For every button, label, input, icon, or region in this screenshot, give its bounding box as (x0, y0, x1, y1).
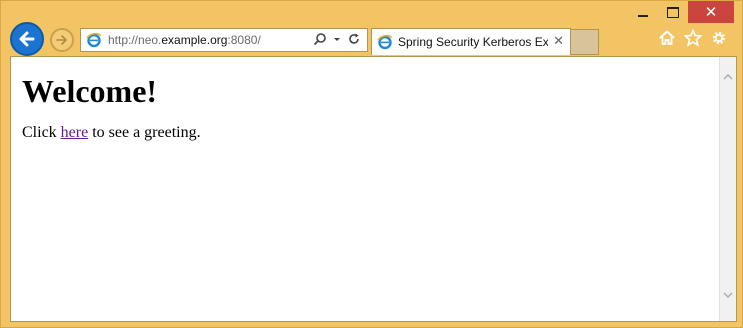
text-after-link: to see a greeting. (88, 124, 201, 141)
forward-arrow-icon (56, 35, 67, 45)
tab-spring-security[interactable]: Spring Security Kerberos Ex... ✕ (371, 28, 571, 55)
greeting-paragraph: Click here to see a greeting. (22, 124, 201, 142)
close-window-button[interactable]: ✕ (688, 1, 734, 23)
refresh-icon[interactable] (347, 32, 361, 46)
new-tab-button[interactable] (571, 29, 599, 55)
scroll-up-icon[interactable] (722, 71, 734, 83)
address-bar[interactable]: http://neo.example.org:8080/ (80, 28, 368, 52)
back-button[interactable] (10, 22, 44, 56)
greeting-link[interactable]: here (61, 124, 89, 141)
tab-close-icon[interactable]: ✕ (553, 34, 564, 49)
home-icon[interactable] (658, 29, 676, 47)
minimize-icon (638, 15, 648, 17)
back-arrow-icon (19, 31, 35, 47)
url-host: example.org (161, 33, 228, 47)
gear-icon[interactable] (710, 29, 728, 47)
star-icon[interactable] (684, 29, 702, 47)
vertical-scrollbar[interactable] (719, 57, 736, 321)
browser-toolbar (658, 29, 728, 47)
ie-tab-icon (377, 34, 392, 50)
scroll-down-icon[interactable] (722, 289, 734, 301)
minimize-button[interactable] (628, 1, 658, 23)
search-icon[interactable] (313, 32, 327, 46)
tab-title: Spring Security Kerberos Ex... (398, 35, 548, 49)
address-tools (313, 32, 361, 46)
url-suffix: :8080/ (227, 33, 261, 47)
text-before-link: Click (22, 124, 61, 141)
ie-page-icon (86, 32, 101, 48)
url-prefix: http://neo. (108, 33, 162, 47)
window-caption-buttons: ✕ (628, 1, 734, 23)
maximize-button[interactable] (658, 1, 688, 23)
page-viewport: Welcome! Click here to see a greeting. (10, 56, 737, 322)
forward-button[interactable] (50, 28, 74, 52)
url-text[interactable]: http://neo.example.org:8080/ (108, 33, 261, 47)
page-body: Welcome! Click here to see a greeting. (22, 73, 201, 142)
page-heading: Welcome! (22, 73, 158, 109)
chevron-down-icon[interactable] (333, 32, 341, 46)
browser-window: ✕ http://neo.example.org:8080/ Spring Se… (0, 0, 743, 328)
maximize-icon (667, 6, 679, 18)
close-icon: ✕ (704, 3, 718, 21)
